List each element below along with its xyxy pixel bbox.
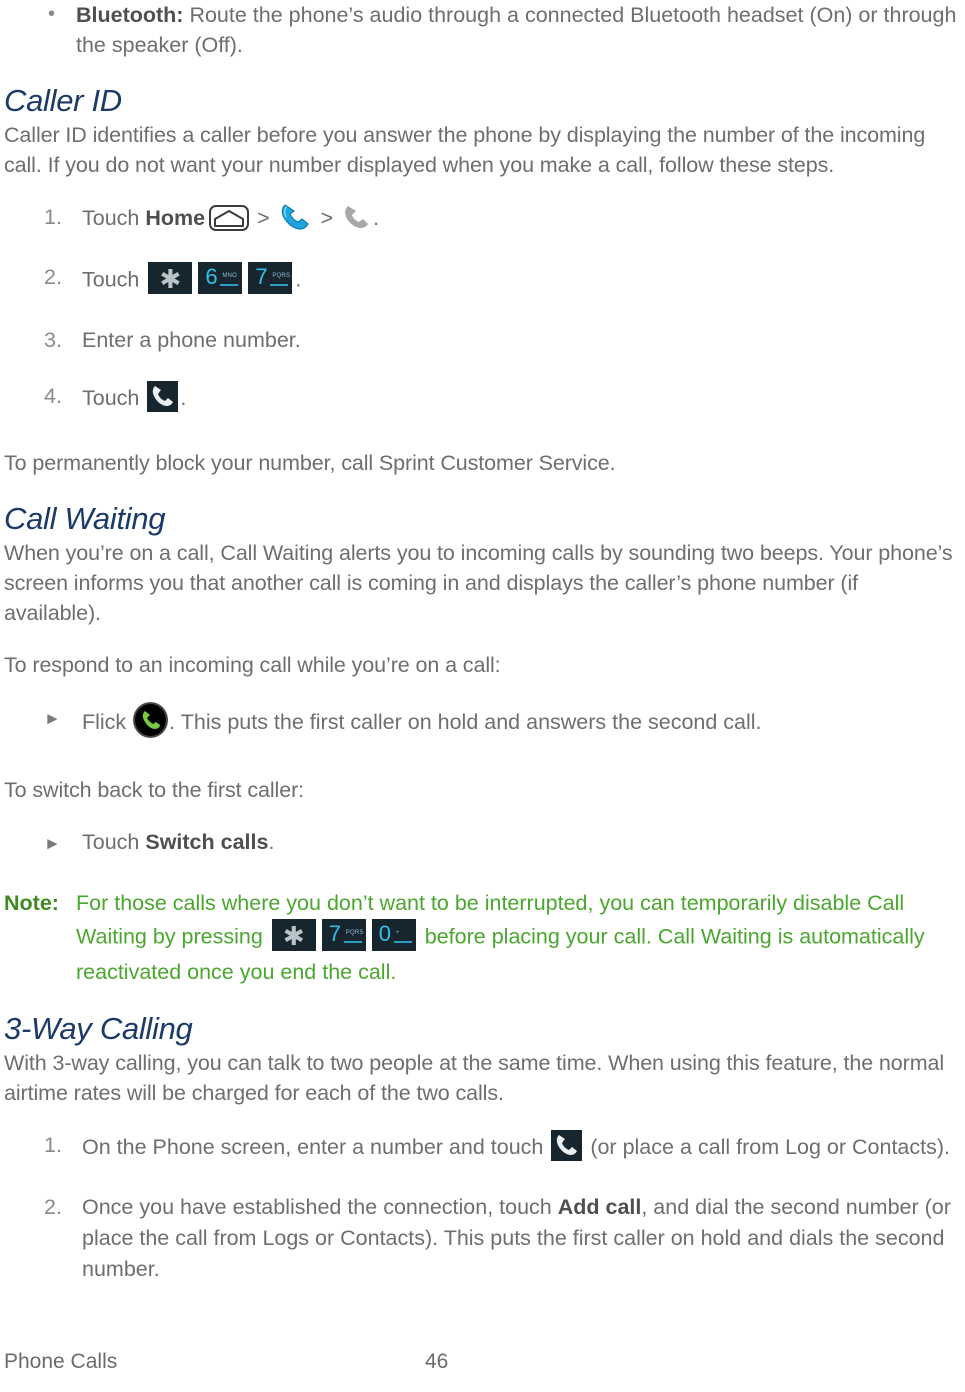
note-key-seven-icon: 7 PQRS [321,919,366,951]
page-content: Bluetooth: Route the phone’s audio throu… [0,0,965,1285]
key-six-icon: 6 MNO [198,262,243,294]
switch-end: . [268,830,275,854]
key-six-digit: 6 [205,264,218,289]
caller-id-outro: To permanently block your number, call S… [4,451,616,475]
call-waiting-intro: When you’re on a call, Call Waiting aler… [4,541,953,625]
switch-lead: To switch back to the first caller: [4,778,304,802]
home-key-icon [209,204,250,231]
flick-pre: Flick [82,710,133,735]
home-label: Home [145,206,206,231]
key-six-bar [220,284,239,286]
note-block: Note: For those calls where you don’t wan… [4,888,957,988]
note-key-star-icon: ✱ [271,919,316,951]
step2-pre: Touch [82,267,146,292]
flick-list: Flick . This puts the first caller on ho… [4,702,957,745]
step-three-way-2: Once you have established the connection… [4,1192,957,1285]
bluetooth-bullet-list: Bluetooth: Route the phone’s audio throu… [4,0,957,60]
key-seven-bar [270,284,289,286]
bluetooth-term: Bluetooth: [76,3,184,27]
heading-call-waiting: Call Waiting [4,501,166,536]
flick-post: . This puts the first caller on hold and… [169,710,762,735]
key-star-icon: ✱ [148,262,193,294]
step1-end: . [373,206,380,231]
heading-caller-id: Caller ID [4,83,122,118]
respond-lead: To respond to an incoming call while you… [4,653,501,677]
key-seven-digit: 7 [255,264,268,289]
footer-page-number: 46 [425,1350,449,1373]
tw-step1-post: (or place a call from Log or Contacts). [584,1135,950,1160]
phone-gray-icon [342,203,372,231]
step-caller-id-3: Enter a phone number. [44,325,301,356]
note-key-seven-letters: PQRS [345,930,364,936]
phone-blue-icon [279,202,313,232]
manual-page: Bluetooth: Route the phone’s audio throu… [0,0,965,1392]
three-way-steps: On the Phone screen, enter a number and … [4,1130,957,1285]
step-caller-id-2: Touch ✱ 6 MNO 7 PQRS. [4,262,957,300]
key-seven-letters: PQRS [272,273,291,279]
key-six-letters: MNO [222,273,237,279]
step-three-way-1: On the Phone screen, enter a number and … [4,1130,957,1167]
step4-pre: Touch [82,386,146,411]
three-way-intro: With 3-way calling, you can talk to two … [4,1051,945,1105]
phone-key-icon [147,381,179,412]
footer-section-name: Phone Calls [4,1350,118,1373]
add-call-label: Add call [557,1195,642,1219]
key-seven-icon: 7 PQRS [248,262,293,294]
list-item-switch-calls: Touch Switch calls. [4,827,957,859]
step4-end: . [180,386,187,411]
switch-pre: Touch [82,830,146,854]
caller-id-steps: Touch Home > > . Touch ✱ 6 MNO 7 PQRS. Enter… [4,202,957,418]
note-key-zero-icon: 0 + [371,919,416,951]
answer-call-green-icon [133,702,169,738]
note-key-seven-bar [343,941,362,943]
step-caller-id-1: Touch Home > > . [4,202,957,237]
step1-pre: Touch [82,206,146,231]
bluetooth-text: Route the phone’s audio through a connec… [76,3,957,57]
switch-calls-list: Touch Switch calls. [4,827,957,859]
switch-calls-label: Switch calls [145,830,269,854]
phone-key-icon-2 [551,1130,583,1161]
step1-sep1: > [251,206,276,231]
step1-sep2: > [314,206,340,231]
step2-end: . [295,267,302,292]
tw-step1-pre: On the Phone screen, enter a number and … [82,1135,550,1160]
step-caller-id-4: Touch . [4,381,957,418]
heading-3-way-calling: 3-Way Calling [4,1011,193,1046]
caller-id-intro: Caller ID identifies a caller before you… [4,123,926,177]
note-key-star-digit: ✱ [282,921,305,951]
note-key-zero-digit: 0 [378,921,392,946]
tw-step2-pre: Once you have established the connection… [82,1195,558,1219]
note-key-zero-letters: + [395,930,400,936]
key-star-digit: ✱ [159,264,182,294]
list-item-flick: Flick . This puts the first caller on ho… [4,702,957,745]
note-key-seven-digit: 7 [328,921,342,946]
note-key-zero-bar [393,941,412,943]
list-item-bluetooth: Bluetooth: Route the phone’s audio throu… [4,0,957,60]
note-label: Note: [4,891,59,915]
